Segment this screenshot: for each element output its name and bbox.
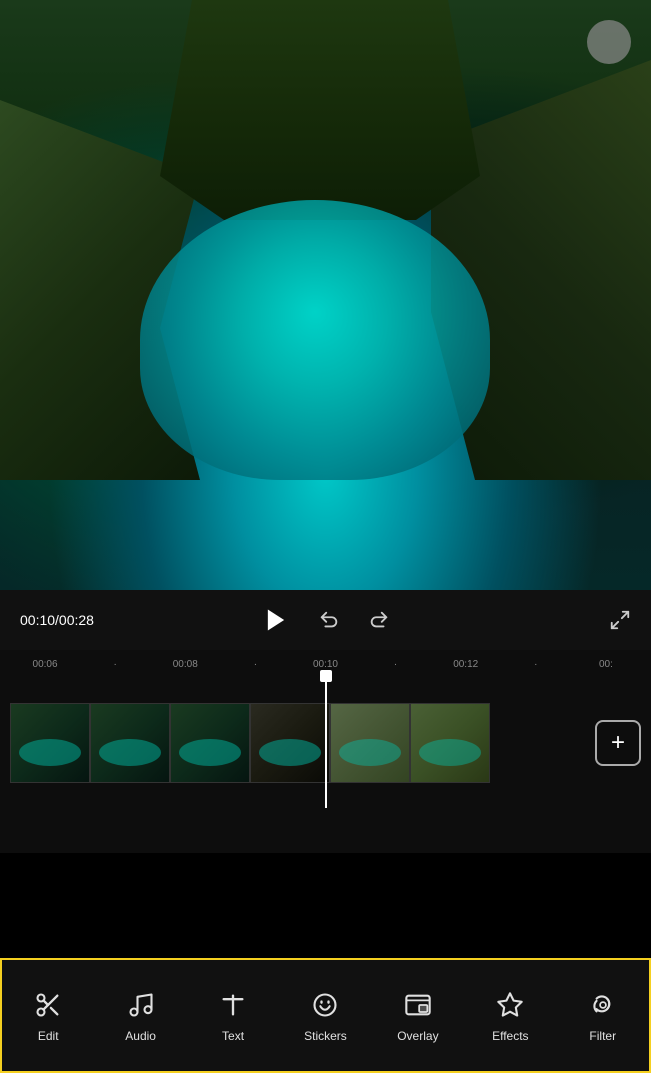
track-frame-1 — [10, 703, 90, 783]
timeline-area: + — [0, 678, 651, 808]
island-top — [160, 0, 480, 220]
ruler-tick-dot-2: · — [220, 659, 290, 670]
overlay-icon — [402, 989, 434, 1021]
video-preview — [0, 0, 651, 590]
ruler-tick-4: 00:12 — [431, 659, 501, 670]
ruler-tick-dot-3: · — [361, 659, 431, 670]
ruler-tick-dot-4: · — [501, 659, 571, 670]
toolbar-item-stickers[interactable]: Stickers — [279, 984, 371, 1048]
music-note-icon — [125, 989, 157, 1021]
fullscreen-icon — [609, 609, 631, 631]
effects-label: Effects — [492, 1029, 528, 1043]
text-icon — [217, 989, 249, 1021]
playback-controls — [173, 606, 479, 634]
toolbar-item-overlay[interactable]: Overlay — [372, 984, 464, 1048]
stickers-label: Stickers — [304, 1029, 347, 1043]
track-frame-5 — [330, 703, 410, 783]
edit-label: Edit — [38, 1029, 59, 1043]
controls-bar: 00:10/00:28 — [0, 590, 651, 650]
playhead-head — [320, 670, 332, 682]
playhead — [325, 678, 327, 808]
ruler-tick-3: 00:10 — [290, 659, 360, 670]
ruler-tick-2: 00:08 — [150, 659, 220, 670]
spacer — [0, 808, 651, 853]
scissors-icon — [32, 989, 64, 1021]
video-track[interactable] — [10, 703, 595, 783]
toolbar-item-filter[interactable]: Filter — [557, 984, 649, 1048]
play-icon — [262, 606, 290, 634]
ruler-tick-1: 00:06 — [10, 659, 80, 670]
undo-button[interactable] — [318, 609, 340, 631]
overlay-label: Overlay — [397, 1029, 438, 1043]
toolbar-item-text[interactable]: Text — [187, 984, 279, 1048]
undo-icon — [318, 609, 340, 631]
add-clip-button[interactable]: + — [595, 720, 641, 766]
filter-icon — [587, 989, 619, 1021]
toolbar-item-audio[interactable]: Audio — [94, 984, 186, 1048]
track-frame-4 — [250, 703, 330, 783]
redo-icon — [368, 609, 390, 631]
ruler-marks: 00:06 · 00:08 · 00:10 · 00:12 · 00: — [10, 659, 641, 670]
track-frame-3 — [170, 703, 250, 783]
circle-button[interactable] — [587, 20, 631, 64]
water-area — [140, 200, 490, 480]
time-display: 00:10/00:28 — [20, 612, 173, 628]
play-button[interactable] — [262, 606, 290, 634]
effects-icon — [494, 989, 526, 1021]
toolbar-item-effects[interactable]: Effects — [464, 984, 556, 1048]
track-frame-6 — [410, 703, 490, 783]
fullscreen-button[interactable] — [609, 609, 631, 631]
text-label: Text — [222, 1029, 244, 1043]
filter-label: Filter — [589, 1029, 616, 1043]
track-frame-2 — [90, 703, 170, 783]
audio-label: Audio — [125, 1029, 156, 1043]
sticker-icon — [309, 989, 341, 1021]
redo-button[interactable] — [368, 609, 390, 631]
ruler-tick-dot-1: · — [80, 659, 150, 670]
toolbar-item-edit[interactable]: Edit — [2, 984, 94, 1048]
video-background — [0, 0, 651, 590]
fullscreen-wrapper — [478, 609, 631, 631]
bottom-toolbar: Edit Audio Text — [0, 958, 651, 1073]
ruler-tick-5: 00: — [571, 659, 641, 670]
